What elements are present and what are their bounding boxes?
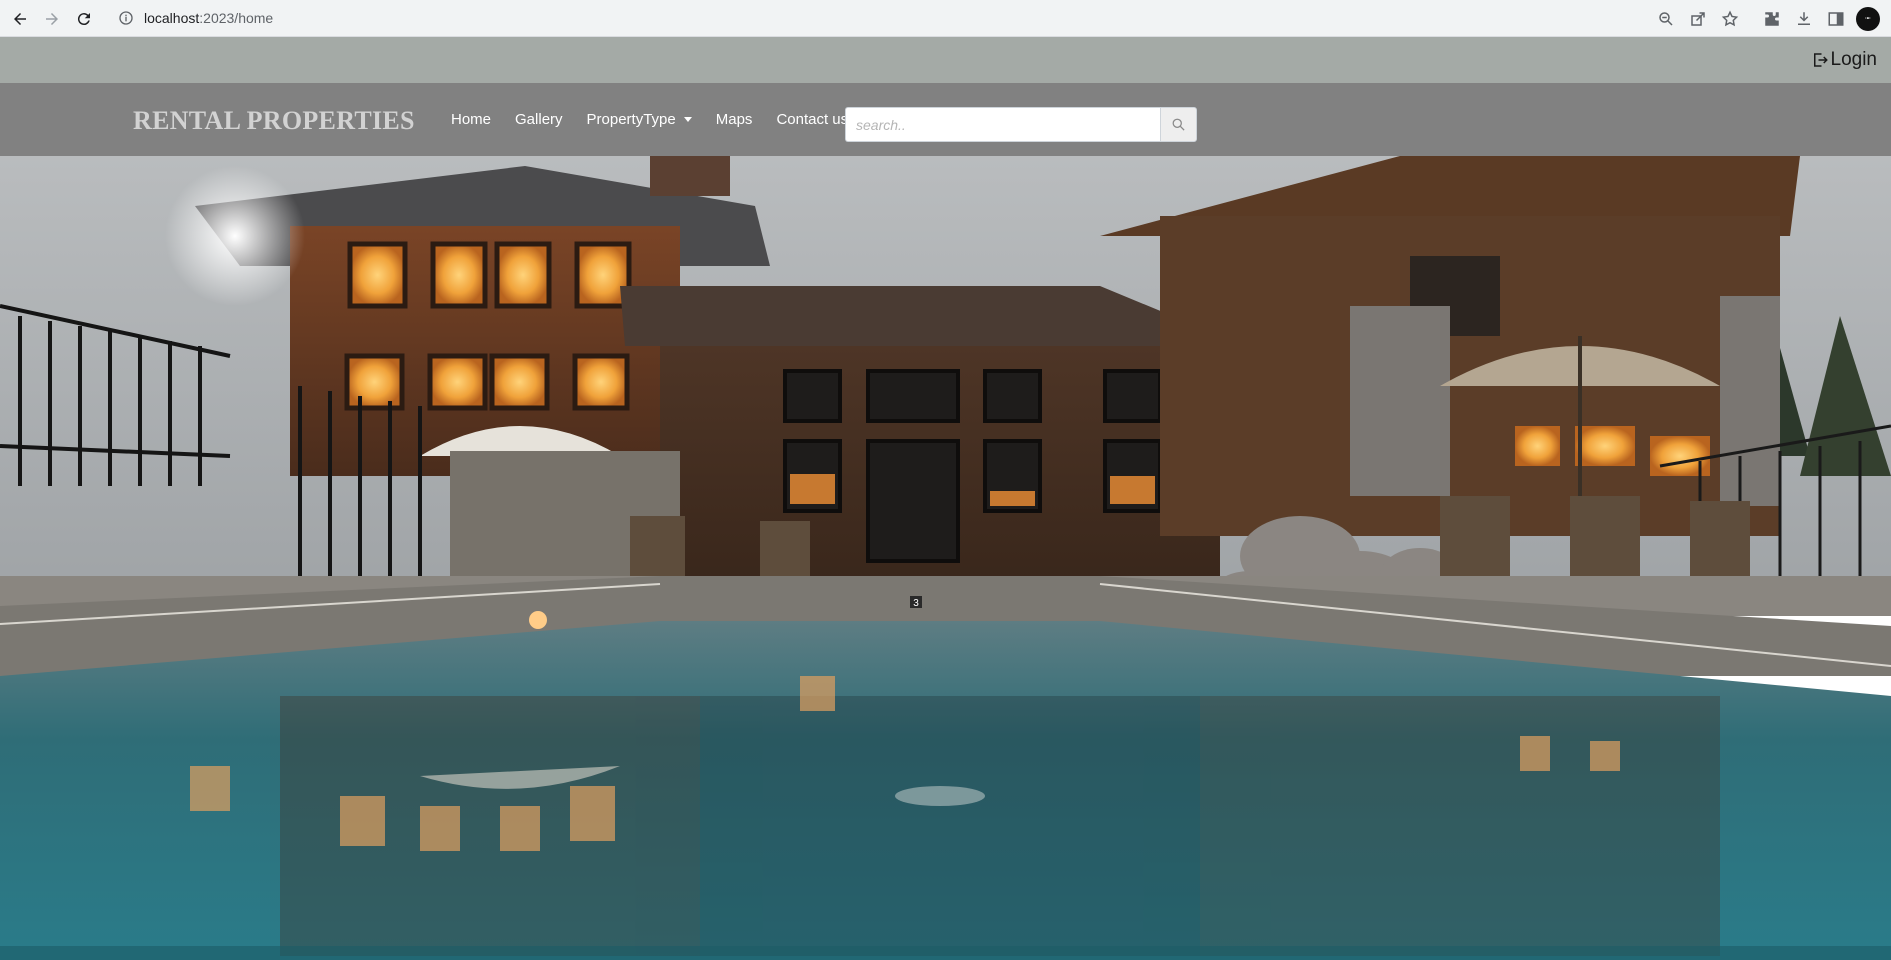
caret-down-icon [683, 117, 692, 122]
reload-icon[interactable] [70, 5, 98, 33]
brand-logo[interactable]: RENTAL PROPERTIES [133, 106, 415, 136]
login-label: Login [1830, 49, 1878, 70]
nav-contact-us[interactable]: Contact us [776, 111, 848, 128]
forward-icon[interactable] [38, 5, 66, 33]
url-text: localhost:2023/home [144, 10, 274, 26]
search-button[interactable] [1160, 107, 1197, 142]
download-icon[interactable] [1790, 5, 1818, 33]
address-bar[interactable]: localhost:2023/home [106, 3, 1746, 33]
login-link[interactable]: Login [1811, 49, 1878, 71]
side-panel-icon[interactable] [1822, 5, 1850, 33]
site-navbar: RENTAL PROPERTIES Home Gallery PropertyT… [0, 83, 1891, 156]
browser-toolbar: localhost:2023/home ·•· [0, 0, 1891, 37]
nav-property-type-label: PropertyType [586, 111, 676, 128]
nav-home[interactable]: Home [451, 111, 491, 128]
nav-gallery[interactable]: Gallery [515, 111, 563, 128]
nav-property-type-dropdown[interactable]: PropertyType [587, 111, 692, 128]
search-input[interactable] [845, 107, 1160, 142]
nav-maps[interactable]: Maps [716, 111, 753, 128]
share-icon[interactable] [1684, 5, 1712, 33]
extensions-icon[interactable] [1758, 5, 1786, 33]
search-form [845, 107, 1197, 142]
hero-image: 3 [0, 156, 1891, 960]
bookmark-star-icon[interactable] [1716, 5, 1744, 33]
profile-avatar[interactable]: ·•· [1854, 5, 1882, 33]
site-info-icon[interactable] [118, 10, 134, 26]
top-strip: Login [0, 37, 1891, 83]
zoom-icon[interactable] [1652, 5, 1680, 33]
back-icon[interactable] [6, 5, 34, 33]
login-icon [1813, 53, 1828, 67]
main-menu: Home Gallery PropertyType Maps Contact u… [451, 83, 872, 156]
search-icon [1172, 118, 1185, 131]
pool-depth-marker: 3 [913, 598, 919, 609]
